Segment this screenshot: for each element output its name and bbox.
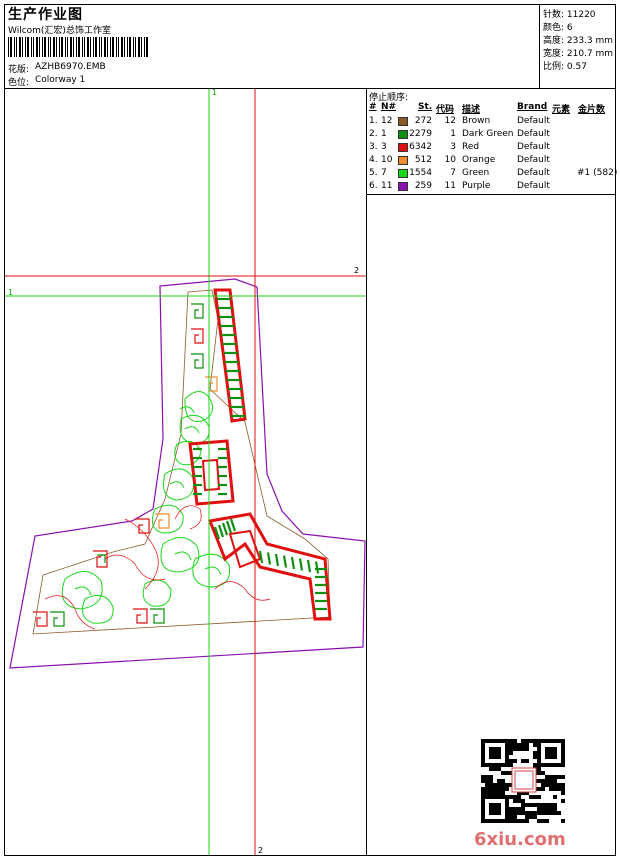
sequence-header-cell: 代码 (436, 105, 455, 115)
red-guide-bottom-label: 2 (258, 846, 264, 855)
sequence-cell-desc: Green (462, 168, 490, 178)
design-height: 高度: 233.3 mm (543, 36, 614, 46)
sequence-cell-n: 7 (381, 168, 387, 178)
sequence-cell-brand: Default (517, 129, 550, 139)
thread-color-swatch (398, 117, 408, 126)
thread-color-swatch (398, 182, 408, 191)
sequence-cell-n: 3 (381, 142, 387, 152)
design-width: 宽度: 210.7 mm (543, 49, 614, 59)
design-scale: 比例: 0.57 (543, 62, 587, 72)
red-floral (44, 505, 271, 630)
sequence-cell-n: 11 (381, 181, 393, 191)
sequence-cell-code: 11 (444, 181, 456, 191)
thread-color-swatch (398, 156, 408, 165)
sequence-cell-idx: 6. (369, 181, 378, 191)
sequence-header-cell: 元素 (552, 105, 571, 115)
sequence-cell-code: 10 (444, 155, 456, 165)
brown-outline (32, 289, 331, 635)
sequence-header-cell: N# (381, 102, 397, 112)
color-count: 颜色: 6 (543, 23, 573, 33)
sequence-cell-code: 12 (444, 116, 456, 126)
sequence-cell-st: 259 (414, 181, 432, 191)
sequence-cell-st: 1554 (409, 168, 432, 178)
sequence-cell-brand: Default (517, 168, 550, 178)
qr-code (480, 738, 566, 824)
design-preview (5, 89, 366, 855)
sequence-cell-idx: 5. (369, 168, 378, 178)
sequence-cell-code: 3 (450, 142, 456, 152)
sequence-cell-idx: 4. (369, 155, 378, 165)
sequence-cell-st: 512 (414, 155, 432, 165)
sequence-cell-st: 2279 (409, 129, 432, 139)
sequence-cell-idx: 2. (369, 129, 378, 139)
sequence-cell-st: 6342 (409, 142, 432, 152)
sequence-cell-desc: Purple (462, 181, 491, 191)
sequence-cell-desc: Orange (462, 155, 496, 165)
page-title: 生产作业图 (8, 7, 83, 23)
sequence-cell-element: #1 (582) (577, 168, 618, 178)
sequence-cell-idx: 3. (369, 142, 378, 152)
sequence-cell-n: 1 (381, 129, 387, 139)
thread-color-swatch (398, 130, 408, 139)
design-filename: AZHB6970.EMB (35, 62, 106, 72)
sequence-cell-n: 10 (381, 155, 393, 165)
sequence-cell-n: 12 (381, 116, 393, 126)
sequence-cell-brand: Default (517, 155, 550, 165)
sequence-header-cell: Brand (517, 102, 548, 112)
sequence-header-cell: St. (418, 102, 433, 112)
sequence-cell-desc: Dark Green (462, 129, 514, 139)
sequence-header-cell: 描述 (462, 105, 481, 115)
stats-divider (539, 4, 540, 88)
sequence-cell-code: 7 (450, 168, 456, 178)
sequence-cell-brand: Default (517, 142, 550, 152)
green-guide-top-label: 1 (212, 88, 218, 97)
colorway-value: Colorway 1 (35, 75, 86, 85)
red-guide-right-label: 2 (354, 266, 360, 275)
sequence-cell-st: 272 (414, 116, 432, 126)
green-guide-left-label: 1 (8, 288, 14, 297)
purple-outline (9, 278, 366, 669)
sequence-cell-idx: 1. (369, 116, 378, 126)
watermark: 6xiu.com (474, 829, 566, 850)
studio-name: Wilcom(汇宏)总饰工作室 (8, 26, 111, 36)
sequence-header-cell: # (369, 102, 377, 112)
sequence-cell-desc: Brown (462, 116, 491, 126)
stitch-count: 针数: 11220 (543, 10, 596, 20)
sequence-cell-code: 1 (450, 129, 456, 139)
colorway-label: 色位: (8, 78, 30, 88)
sequence-cell-desc: Red (462, 142, 480, 152)
table-bottom-divider (366, 194, 616, 195)
barcode (8, 37, 148, 57)
sequence-cell-brand: Default (517, 181, 550, 191)
panel-divider (366, 88, 367, 856)
sequence-cell-brand: Default (517, 116, 550, 126)
thread-color-swatch (398, 169, 408, 178)
thread-color-swatch (398, 143, 408, 152)
design-label: 花版: (8, 65, 30, 75)
sequence-header-cell: 金片数 (578, 105, 606, 115)
